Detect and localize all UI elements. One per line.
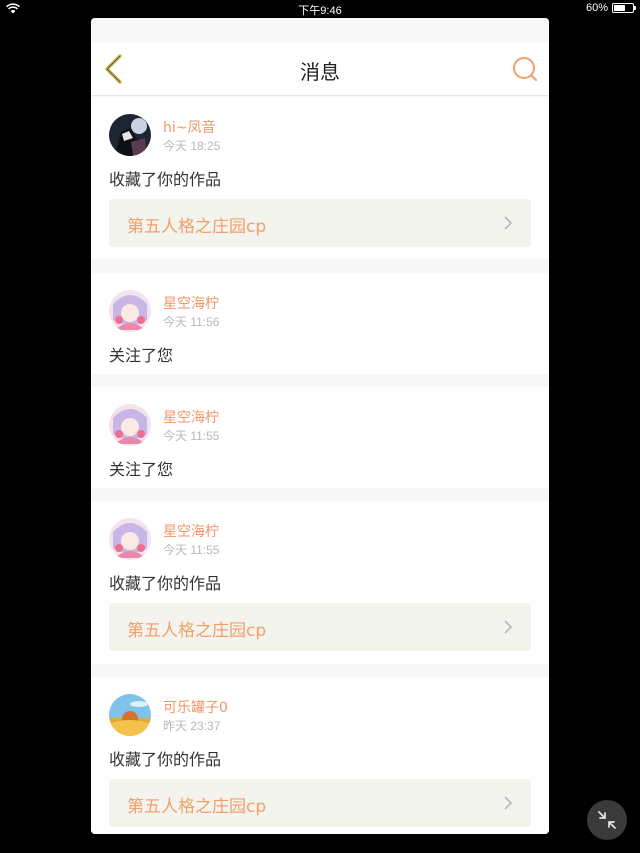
message-action: 收藏了你的作品 (109, 750, 222, 769)
work-link[interactable]: 第五人格之庄园cp (109, 199, 531, 247)
message-time: 今天 11:55 (163, 429, 220, 443)
message-item: 星空海柠 今天 11:56 关注了您 (91, 273, 549, 374)
message-action: 收藏了你的作品 (109, 574, 222, 593)
page-title: 消息 (300, 60, 340, 84)
chevron-right-icon (504, 216, 513, 230)
username[interactable]: 星空海柠 (163, 407, 219, 427)
avatar[interactable] (109, 114, 151, 156)
message-time: 今天 11:55 (163, 543, 220, 557)
avatar[interactable] (109, 404, 151, 446)
app-window: 消息 hi~凤音 今天 18:25 收藏了你的作品 第五人格之庄园cp 星空海柠… (91, 18, 549, 834)
work-title: 第五人格之庄园cp (127, 217, 267, 237)
status-bar: 下午9:46 60% (0, 0, 640, 18)
avatar[interactable] (109, 518, 151, 560)
collapse-arrows-icon (598, 811, 616, 829)
collapse-button[interactable] (587, 800, 627, 840)
status-time: 下午9:46 (298, 5, 342, 17)
username[interactable]: 星空海柠 (163, 293, 219, 313)
message-item: hi~凤音 今天 18:25 收藏了你的作品 第五人格之庄园cp (91, 97, 549, 259)
work-link[interactable]: 第五人格之庄园cp (109, 603, 531, 651)
message-time: 今天 18:25 (163, 139, 221, 153)
username[interactable]: 可乐罐子0 (163, 697, 228, 717)
work-title: 第五人格之庄园cp (127, 797, 267, 817)
message-action: 关注了您 (109, 460, 174, 479)
window-top-strip (91, 18, 549, 42)
search-icon[interactable] (511, 55, 539, 83)
battery-icon (612, 3, 636, 13)
work-link[interactable]: 第五人格之庄园cp (109, 779, 531, 827)
message-action: 收藏了你的作品 (109, 170, 222, 189)
message-item: 可乐罐子0 昨天 23:37 收藏了你的作品 第五人格之庄园cp (91, 677, 549, 834)
message-time: 昨天 23:37 (163, 719, 221, 733)
username[interactable]: 星空海柠 (163, 521, 219, 541)
avatar[interactable] (109, 694, 151, 736)
message-action: 关注了您 (109, 346, 174, 365)
chevron-right-icon (504, 796, 513, 810)
avatar[interactable] (109, 290, 151, 332)
message-item: 星空海柠 今天 11:55 关注了您 (91, 387, 549, 488)
chevron-right-icon (504, 620, 513, 634)
message-item: 星空海柠 今天 11:55 收藏了你的作品 第五人格之庄园cp (91, 501, 549, 664)
work-title: 第五人格之庄园cp (127, 621, 267, 641)
message-time: 今天 11:56 (163, 315, 220, 329)
username[interactable]: hi~凤音 (163, 117, 216, 137)
battery-percent: 60% (585, 2, 608, 14)
navigation-bar: 消息 (91, 42, 549, 96)
battery-indicator: 60% (585, 2, 636, 14)
